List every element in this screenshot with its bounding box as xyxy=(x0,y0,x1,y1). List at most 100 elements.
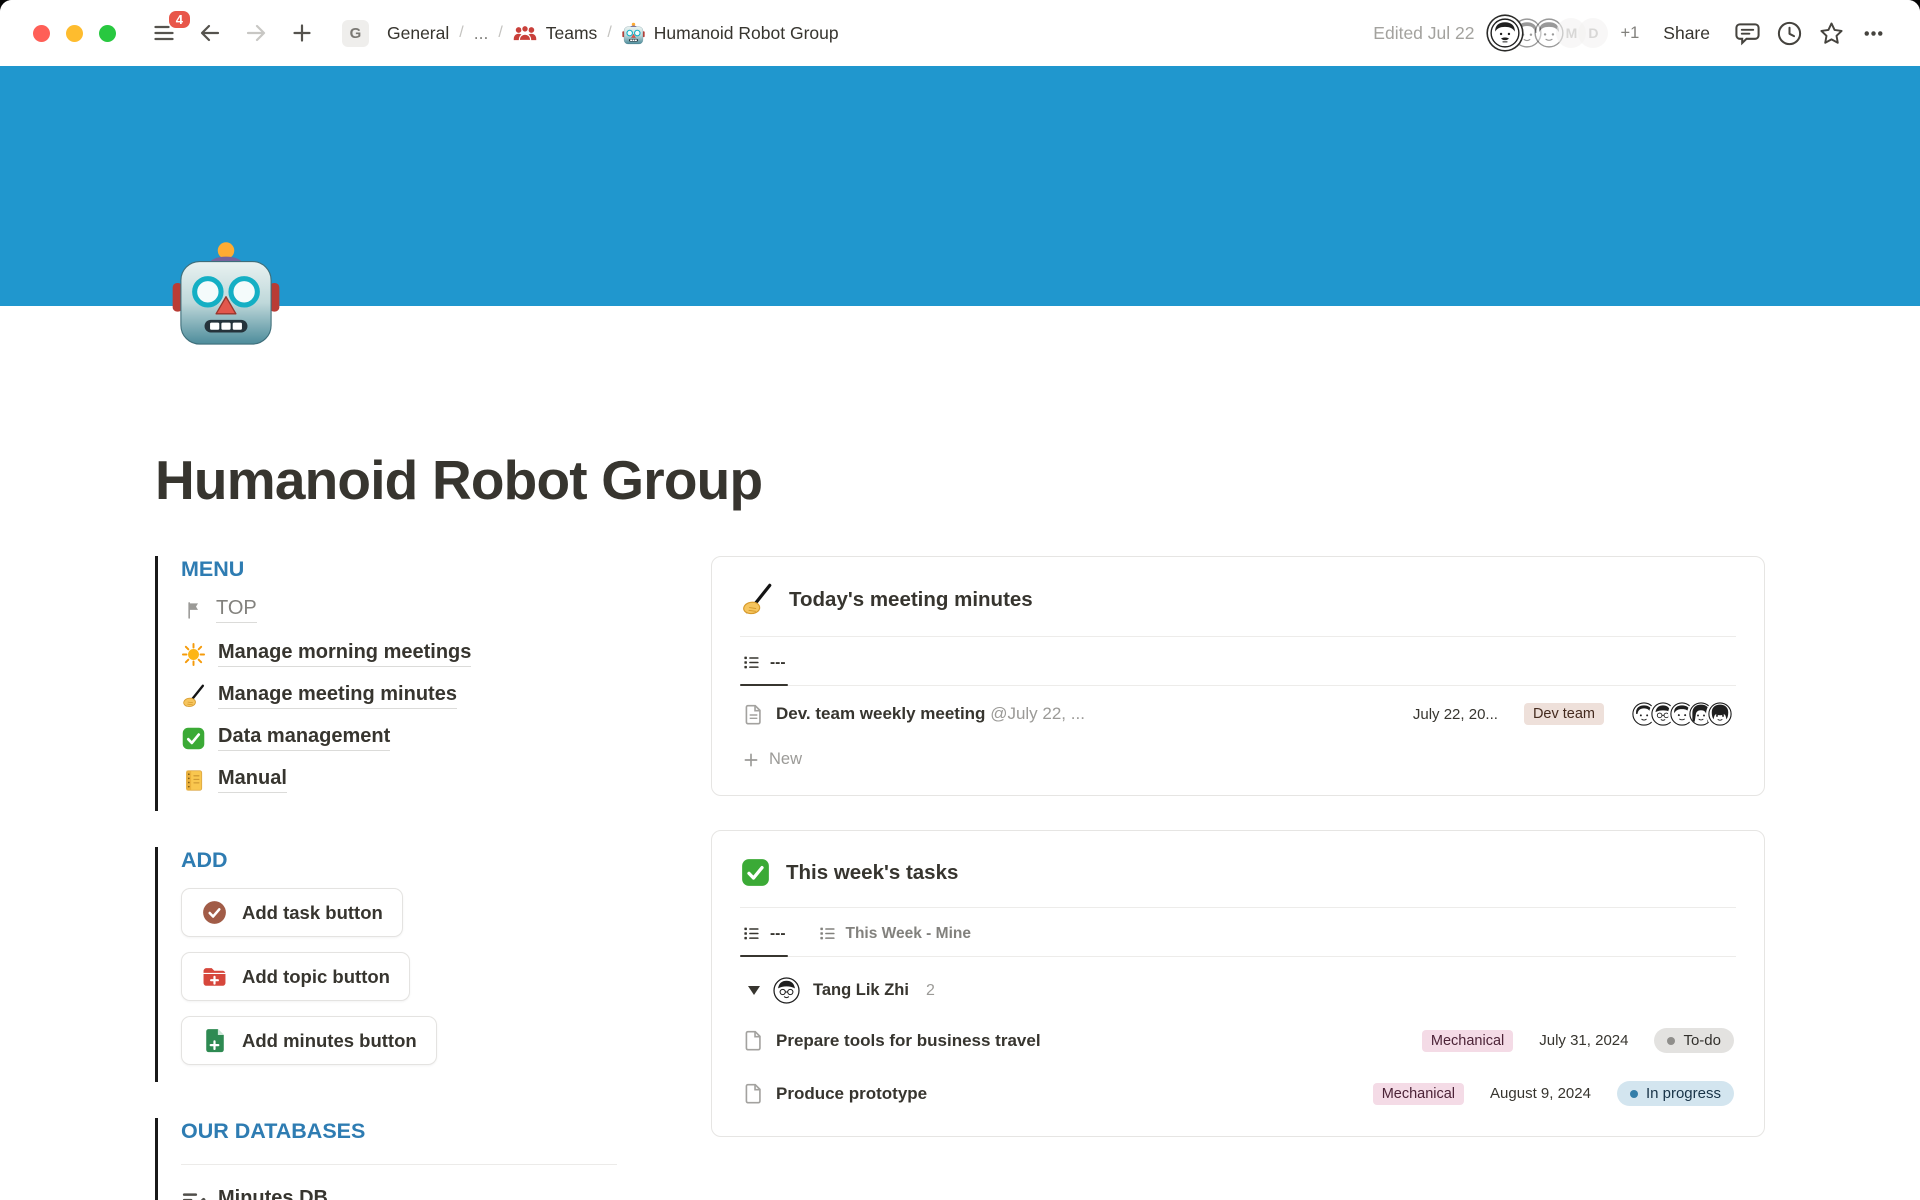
forward-button[interactable] xyxy=(238,15,274,51)
status-badge-todo[interactable]: To-do xyxy=(1654,1028,1734,1053)
menu-link-label: TOP xyxy=(216,597,257,623)
cover-image[interactable] xyxy=(0,66,1920,306)
databases-section: OUR DATABASES Minutes DB xyxy=(155,1118,617,1200)
task-row[interactable]: Produce prototype Mechanical August 9, 2… xyxy=(740,1067,1736,1120)
group-header-row[interactable]: Tang Lik Zhi 2 xyxy=(740,957,1736,1014)
left-column: MENU TOP Manage morning meetings Manage … xyxy=(155,556,617,1200)
task-title: Prepare tools for business travel xyxy=(776,1031,1041,1051)
face-avatar-icon xyxy=(1708,702,1732,726)
document-icon xyxy=(742,703,765,726)
add-task-button[interactable]: Add task button xyxy=(181,888,403,937)
card-title[interactable]: This week's tasks xyxy=(786,861,958,885)
comment-bubble-icon xyxy=(1734,20,1761,47)
add-topic-button-label: Add topic button xyxy=(242,966,390,988)
plus-icon xyxy=(742,751,760,769)
sidebar-toggle-button[interactable]: 4 xyxy=(146,15,182,51)
notification-badge: 4 xyxy=(169,11,190,28)
close-window-button[interactable] xyxy=(33,25,50,42)
task-tag[interactable]: Mechanical xyxy=(1373,1083,1464,1105)
back-button[interactable] xyxy=(192,15,228,51)
new-tab-button[interactable] xyxy=(284,15,320,51)
new-row-button[interactable]: New xyxy=(740,742,1736,779)
status-label: In progress xyxy=(1646,1085,1721,1102)
check-mark-icon xyxy=(181,726,206,751)
menu-link-data-management[interactable]: Data management xyxy=(181,725,617,751)
task-due-date: July 31, 2024 xyxy=(1539,1032,1628,1049)
document-icon xyxy=(742,1082,765,1105)
meeting-row[interactable]: Dev. team weekly meeting @July 22, ... J… xyxy=(740,686,1736,742)
arrow-right-icon xyxy=(244,21,268,45)
meeting-date: July 22, 20... xyxy=(1413,706,1498,723)
minimize-window-button[interactable] xyxy=(66,25,83,42)
add-minutes-button-label: Add minutes button xyxy=(242,1030,417,1052)
page-title[interactable]: Humanoid Robot Group xyxy=(155,448,1765,512)
list-view-icon xyxy=(742,924,761,943)
meeting-date-mention: @July 22, ... xyxy=(990,704,1085,723)
star-icon xyxy=(1818,20,1845,47)
page-icon-robot[interactable] xyxy=(171,239,281,349)
meeting-minutes-card: Today's meeting minutes --- Dev. team we… xyxy=(711,556,1765,796)
task-row[interactable]: Prepare tools for business travel Mechan… xyxy=(740,1014,1736,1067)
menu-link-label: Manage meeting minutes xyxy=(218,683,457,709)
page-body: Humanoid Robot Group MENU TOP Manage mor… xyxy=(0,448,1920,1200)
add-header: ADD xyxy=(181,848,617,873)
breadcrumb-current-page[interactable]: Humanoid Robot Group xyxy=(618,17,843,50)
menu-link-meeting-minutes[interactable]: Manage meeting minutes xyxy=(181,683,617,709)
view-tab-label: --- xyxy=(770,925,786,943)
view-tab-this-week-mine[interactable]: This Week - Mine xyxy=(816,908,973,956)
presence-overflow-count[interactable]: +1 xyxy=(1620,24,1639,43)
add-minutes-button[interactable]: Add minutes button xyxy=(181,1016,437,1065)
breadcrumb-workspace-label: General xyxy=(387,23,449,44)
breadcrumb-teams[interactable]: Teams xyxy=(509,16,602,50)
database-link-minutes-db[interactable]: Minutes DB xyxy=(181,1187,617,1200)
flag-icon xyxy=(184,600,204,620)
view-tab-default[interactable]: --- xyxy=(740,908,788,956)
task-tag[interactable]: Mechanical xyxy=(1422,1030,1513,1052)
comments-button[interactable] xyxy=(1726,13,1768,53)
breadcrumb-collapsed[interactable]: ... xyxy=(470,18,493,49)
zoom-window-button[interactable] xyxy=(99,25,116,42)
menu-link-manual[interactable]: Manual xyxy=(181,767,617,793)
breadcrumb-page-label: Humanoid Robot Group xyxy=(654,23,839,44)
more-options-button[interactable] xyxy=(1852,13,1894,53)
sun-icon xyxy=(181,642,206,667)
list-view-icon xyxy=(818,924,837,943)
new-row-label: New xyxy=(769,750,802,769)
collapse-triangle-icon[interactable] xyxy=(748,986,760,995)
avatar-active-user[interactable] xyxy=(1490,18,1520,48)
add-task-button-label: Add task button xyxy=(242,902,383,924)
assignee-avatar-icon xyxy=(773,977,800,1004)
attendee-avatar-stack xyxy=(1630,700,1734,728)
status-dot xyxy=(1667,1037,1675,1045)
workspace-icon: G xyxy=(342,20,369,47)
favorite-button[interactable] xyxy=(1810,13,1852,53)
menu-link-top[interactable]: TOP xyxy=(181,597,617,623)
arrow-left-icon xyxy=(198,21,222,45)
notion-window: 4 G General / ... / Teams / H xyxy=(0,0,1920,1200)
breadcrumb-separator: / xyxy=(607,24,611,42)
breadcrumb-teams-label: Teams xyxy=(546,23,598,44)
weekly-tasks-card: This week's tasks --- This Week - Mine xyxy=(711,830,1765,1137)
card-title[interactable]: Today's meeting minutes xyxy=(789,588,1033,612)
breadcrumb-separator: / xyxy=(498,24,502,42)
share-button[interactable]: Share xyxy=(1653,17,1720,50)
check-mark-icon xyxy=(740,857,771,888)
breadcrumb-separator: / xyxy=(459,24,463,42)
team-tag[interactable]: Dev team xyxy=(1524,703,1604,725)
history-button[interactable] xyxy=(1768,13,1810,53)
status-badge-in-progress[interactable]: In progress xyxy=(1617,1081,1734,1106)
avatar-initial-d[interactable]: D xyxy=(1578,18,1608,48)
face-avatar-icon xyxy=(1490,18,1520,48)
add-section: ADD Add task button Add topic button Add… xyxy=(155,847,617,1082)
page-plus-icon xyxy=(201,1027,228,1054)
right-column: Today's meeting minutes --- Dev. team we… xyxy=(711,556,1765,1171)
menu-header: MENU xyxy=(181,557,617,582)
breadcrumb-workspace[interactable]: G General xyxy=(330,15,453,52)
add-topic-button[interactable]: Add topic button xyxy=(181,952,410,1001)
databases-header: OUR DATABASES xyxy=(181,1119,617,1144)
view-tab-default[interactable]: --- xyxy=(740,637,788,685)
robot-emoji-icon xyxy=(171,239,281,349)
menu-link-morning-meetings[interactable]: Manage morning meetings xyxy=(181,641,617,667)
breadcrumb: G General / ... / Teams / Humanoid Robot… xyxy=(330,15,843,52)
attendee-avatar[interactable] xyxy=(1706,700,1734,728)
